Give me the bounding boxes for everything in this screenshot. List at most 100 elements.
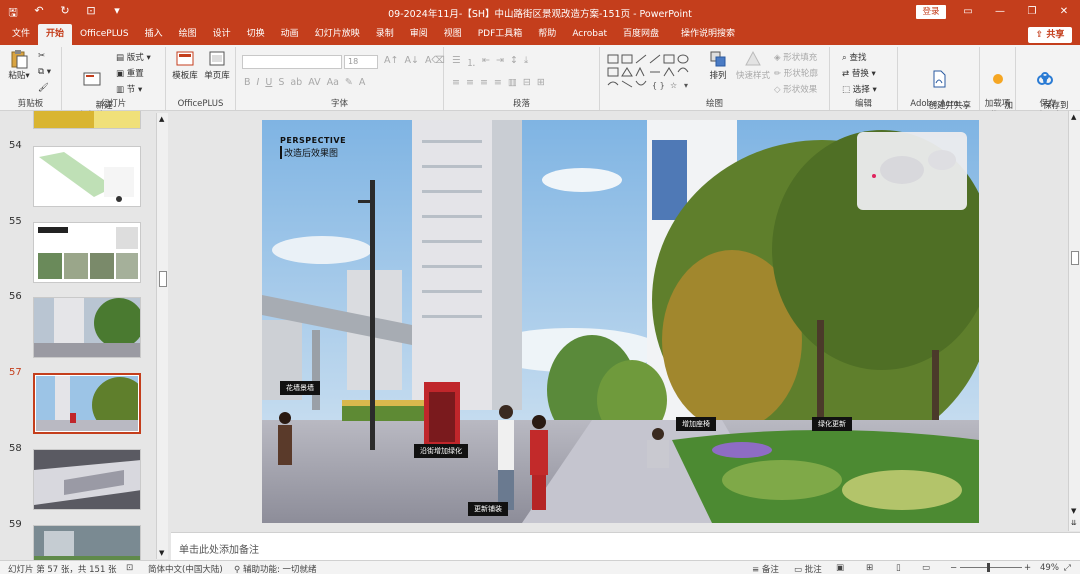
zoom-slider[interactable] xyxy=(960,567,1022,568)
align-right-icon[interactable]: ≡ xyxy=(480,77,488,88)
layout-button[interactable]: ▤ 版式 ▾ xyxy=(116,51,151,63)
zoom-out-icon[interactable]: − xyxy=(950,563,957,573)
fit-slide-icon[interactable]: ⤢ xyxy=(1064,563,1071,573)
tab-11[interactable]: 视图 xyxy=(436,24,470,45)
copy-icon[interactable]: ⧉ ▾ xyxy=(38,67,51,77)
canvas-scroll-up-icon[interactable]: ▲ xyxy=(1071,113,1076,121)
justify-icon[interactable]: ≡ xyxy=(494,77,502,88)
italic-icon[interactable]: I xyxy=(257,77,260,88)
shape-fill-button[interactable]: ◈ 形状填充 xyxy=(774,51,817,63)
tab-5[interactable]: 设计 xyxy=(205,24,239,45)
tab-8[interactable]: 幻灯片放映 xyxy=(307,24,368,45)
zoom-level[interactable]: 49% xyxy=(1040,563,1059,573)
tab-0[interactable]: 文件 xyxy=(4,24,38,45)
normal-view-icon[interactable]: ▣ xyxy=(836,563,844,573)
slide-thumbnail[interactable] xyxy=(33,297,141,358)
font-name-field[interactable] xyxy=(242,55,342,69)
tab-9[interactable]: 录制 xyxy=(368,24,402,45)
underline-icon[interactable]: U xyxy=(265,77,272,88)
tab-3[interactable]: 插入 xyxy=(137,24,171,45)
scroll-down-icon[interactable]: ▼ xyxy=(159,549,164,557)
login-button[interactable]: 登录 xyxy=(916,5,946,19)
thumbnail-scroll-thumb[interactable] xyxy=(159,271,167,287)
align-center-icon[interactable]: ≡ xyxy=(466,77,474,88)
slideshow-icon[interactable]: ▭ xyxy=(922,563,930,573)
reset-button[interactable]: ▣ 重置 xyxy=(116,67,144,79)
quick-styles-button[interactable]: 快速样式 xyxy=(734,49,772,81)
template-library-button[interactable]: 模板库 xyxy=(170,49,200,81)
tab-15[interactable]: 百度网盘 xyxy=(615,24,667,45)
shape-effects-button[interactable]: ◇ 形状效果 xyxy=(774,83,817,95)
notes-pane[interactable]: 单击此处添加备注 xyxy=(171,532,1080,560)
minimize-icon[interactable]: — xyxy=(984,0,1016,24)
font-size-field[interactable]: 18 xyxy=(344,55,378,69)
tab-16[interactable]: 操作说明搜索 xyxy=(673,24,743,45)
restore-icon[interactable]: ❐ xyxy=(1016,0,1048,24)
tab-2[interactable]: OfficePLUS xyxy=(72,24,137,45)
current-slide[interactable]: PERSPECTIVE 改造后效果图 花墙景墙 沿街增加绿化 增加座椅 绿化更新… xyxy=(262,120,979,523)
single-page-library-button[interactable]: 单页库 xyxy=(202,49,232,81)
replace-button[interactable]: ⇄ 替换 ▾ xyxy=(842,67,876,79)
strikethrough-abc-icon[interactable]: ab xyxy=(290,77,302,88)
section-button[interactable]: ▥ 节 ▾ xyxy=(116,83,142,95)
select-button[interactable]: ⬚ 选择 ▾ xyxy=(842,83,877,95)
increase-indent-icon[interactable]: ⇥ xyxy=(496,55,504,69)
slide-thumbnail[interactable] xyxy=(33,449,141,510)
language-indicator[interactable]: 简体中文(中国大陆) xyxy=(148,563,223,574)
notes-toggle[interactable]: ≡ 备注 xyxy=(752,563,779,574)
bold-icon[interactable]: B xyxy=(244,77,251,88)
tab-12[interactable]: PDF工具箱 xyxy=(470,24,531,45)
arrange-button[interactable]: 排列 xyxy=(704,49,732,81)
text-direction-icon[interactable]: ⤓ xyxy=(524,55,528,69)
slide-thumbnail-partial[interactable] xyxy=(33,111,141,129)
increase-font-icon[interactable]: A↑ xyxy=(384,55,398,66)
slide-thumbnail[interactable] xyxy=(33,373,141,434)
slide-thumbnail[interactable] xyxy=(33,222,141,283)
bullets-icon[interactable]: ☰ xyxy=(452,55,461,69)
close-icon[interactable]: ✕ xyxy=(1048,0,1080,24)
decrease-indent-icon[interactable]: ⇤ xyxy=(482,55,490,69)
numbering-icon[interactable]: ⒈ xyxy=(467,55,477,69)
accessibility-status[interactable]: ⚲ 辅助功能: 一切就绪 xyxy=(234,563,317,574)
canvas-scrollbar[interactable]: ▲ ▼ ⇊ xyxy=(1068,111,1080,531)
canvas-scroll-down-icon[interactable]: ▼ xyxy=(1071,507,1076,515)
line-spacing-icon[interactable]: ↕ xyxy=(510,55,518,69)
font-color-icon[interactable]: A xyxy=(359,77,366,88)
change-case-icon[interactable]: Aa xyxy=(327,77,339,88)
slide-thumbnail[interactable] xyxy=(33,146,141,207)
reading-view-icon[interactable]: ▯ xyxy=(896,563,901,573)
clear-format-icon[interactable]: A⌫ xyxy=(425,55,445,66)
tab-7[interactable]: 动画 xyxy=(273,24,307,45)
tab-1[interactable]: 开始 xyxy=(38,24,73,45)
smartart-icon[interactable]: ⊞ xyxy=(537,77,545,88)
comments-toggle[interactable]: ▭ 批注 xyxy=(794,563,822,574)
highlight-icon[interactable]: ✎ xyxy=(345,77,353,88)
tab-10[interactable]: 审阅 xyxy=(402,24,436,45)
paste-button[interactable]: 粘贴▾ xyxy=(6,49,32,81)
decrease-font-icon[interactable]: A↓ xyxy=(404,55,418,66)
tab-6[interactable]: 切换 xyxy=(239,24,273,45)
shapes-gallery[interactable]: { } ☆ ▾ xyxy=(606,53,698,93)
strikethrough-icon[interactable]: S xyxy=(278,77,284,88)
next-slide-icon[interactable]: ⇊ xyxy=(1071,519,1077,527)
zoom-slider-thumb[interactable] xyxy=(987,563,990,572)
align-left-icon[interactable]: ≡ xyxy=(452,77,460,88)
ribbon-display-icon[interactable]: ▭ xyxy=(952,0,984,24)
columns-icon[interactable]: ▥ xyxy=(508,77,517,88)
thumbnail-scrollbar[interactable]: ▲ ▼ xyxy=(156,113,168,559)
find-button[interactable]: ⌕ 查找 xyxy=(842,51,866,63)
scroll-up-icon[interactable]: ▲ xyxy=(159,115,164,123)
proofing-icon[interactable]: ⊡ xyxy=(126,563,133,573)
tab-14[interactable]: Acrobat xyxy=(564,24,615,45)
format-painter-icon[interactable]: 🖌 xyxy=(38,83,49,93)
align-text-icon[interactable]: ⊟ xyxy=(523,77,531,88)
char-spacing-icon[interactable]: AV xyxy=(308,77,320,88)
tab-4[interactable]: 绘图 xyxy=(171,24,205,45)
cut-icon[interactable]: ✂ xyxy=(38,51,45,61)
tab-13[interactable]: 帮助 xyxy=(530,24,564,45)
slide-sorter-icon[interactable]: ⊞ xyxy=(866,563,873,573)
share-button[interactable]: ⇪ 共享 xyxy=(1028,27,1072,43)
canvas-scroll-thumb[interactable] xyxy=(1071,251,1079,265)
zoom-in-icon[interactable]: + xyxy=(1024,563,1031,573)
shape-outline-button[interactable]: ✏ 形状轮廓 xyxy=(774,67,818,79)
